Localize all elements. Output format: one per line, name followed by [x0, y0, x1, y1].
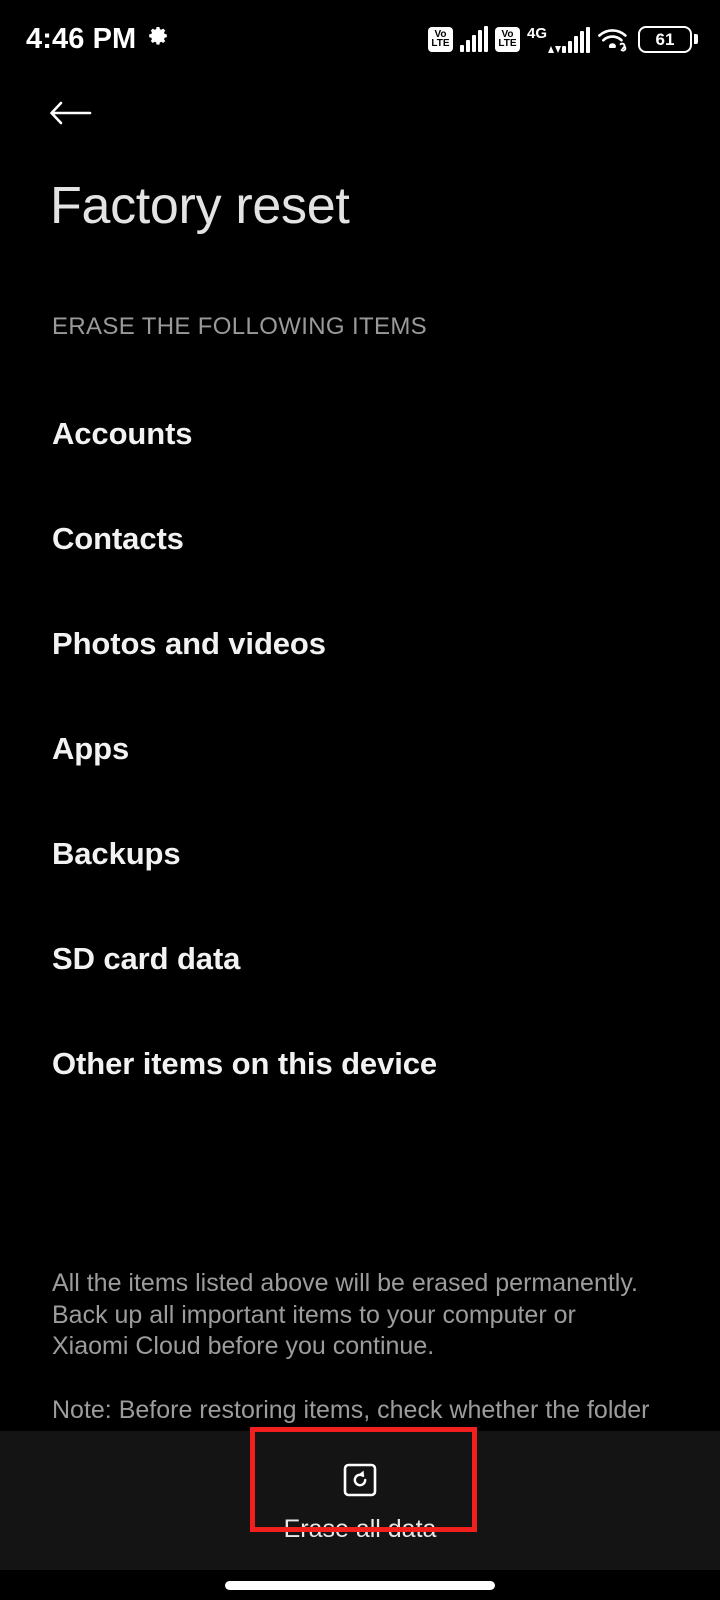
status-bar-left: 4:46 PM [26, 22, 170, 55]
footer-paragraph: All the items listed above will be erase… [52, 1269, 638, 1360]
system-nav-bar [0, 1570, 720, 1600]
erase-all-data-label: Erase all data [283, 1515, 437, 1543]
list-item[interactable]: Contacts [0, 486, 720, 591]
mobile-network-indicator: 4G [527, 26, 590, 53]
list-item-label: SD card data [52, 940, 241, 976]
signal-bars-icon-sim1 [459, 25, 488, 52]
bottom-action-bar: Erase all data [0, 1431, 720, 1570]
section-header: ERASE THE FOLLOWING ITEMS [52, 313, 428, 341]
signal-bars-icon-sim2 [562, 26, 590, 53]
volte-sim1-line2: LTE [431, 38, 450, 49]
back-arrow-icon [48, 96, 94, 135]
list-item[interactable]: Backups [0, 801, 720, 906]
data-transfer-arrows-icon [548, 45, 561, 53]
volte-badge-sim1: Vo LTE [427, 26, 453, 52]
footer-note-truncated: Note: Before restoring items, check whet… [52, 1395, 650, 1424]
list-item-label: Other items on this device [52, 1045, 438, 1081]
list-item-label: Contacts [52, 520, 184, 556]
volte-badge-sim2: Vo LTE [494, 26, 520, 52]
list-item-label: Photos and videos [52, 625, 326, 661]
back-button[interactable] [40, 88, 102, 142]
status-bar-clock: 4:46 PM [26, 22, 137, 55]
list-item[interactable]: Photos and videos [0, 591, 720, 696]
home-indicator[interactable] [225, 1580, 495, 1590]
status-bar-right: Vo LTE Vo LTE 4G 61 [427, 25, 698, 53]
list-item-label: Backups [52, 835, 181, 871]
battery-body: 61 [638, 25, 692, 53]
footer-disclaimer: All the items listed above will be erase… [52, 1268, 658, 1426]
wifi-icon [597, 26, 631, 52]
page-title: Factory reset [50, 177, 350, 235]
erase-items-list: Accounts Contacts Photos and videos Apps… [0, 341, 720, 1116]
list-item[interactable]: Accounts [0, 381, 720, 486]
erase-all-data-button[interactable]: Erase all data [247, 1451, 473, 1551]
volte-sim2-line2: LTE [498, 38, 517, 49]
list-item[interactable]: Other items on this device [0, 1011, 720, 1116]
list-item-label: Apps [52, 730, 130, 766]
restore-reset-icon [339, 1459, 381, 1506]
status-bar: 4:46 PM Vo LTE Vo LTE 4G 61 [0, 0, 720, 78]
gear-icon [146, 25, 170, 54]
list-item[interactable]: Apps [0, 696, 720, 801]
battery-icon: 61 [638, 25, 698, 53]
list-item-label: Accounts [52, 415, 193, 451]
link-icon [619, 42, 627, 52]
list-item[interactable]: SD card data [0, 906, 720, 1011]
battery-cap [694, 34, 698, 44]
scroll-content[interactable]: Factory reset ERASE THE FOLLOWING ITEMS … [0, 150, 720, 1431]
network-type-label: 4G [526, 24, 547, 42]
battery-level-label: 61 [655, 29, 675, 49]
phone-screen: 4:46 PM Vo LTE Vo LTE 4G 61 Factory rese… [0, 0, 720, 1600]
